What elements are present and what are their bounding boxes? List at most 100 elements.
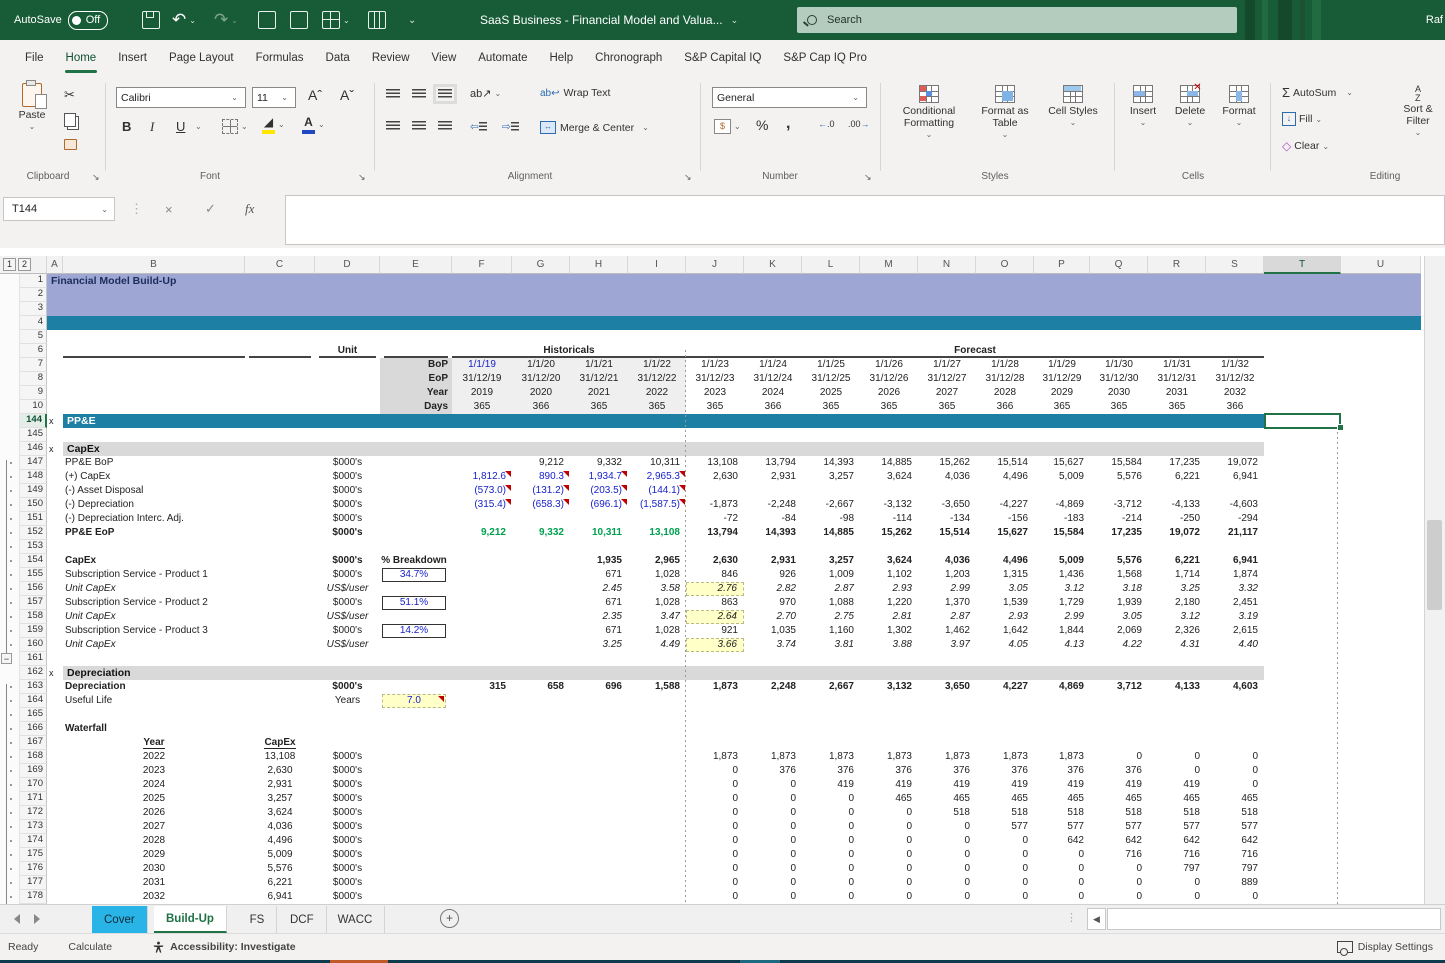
cell-Q147[interactable]: 15,584 xyxy=(1090,456,1148,470)
cell-S170[interactable]: 0 xyxy=(1206,778,1264,792)
cell-P9[interactable]: 2029 xyxy=(1034,386,1090,400)
cell-O178[interactable]: 0 xyxy=(976,890,1034,904)
cell-S156[interactable]: 3.32 xyxy=(1206,582,1264,596)
row-header-157[interactable]: 157 xyxy=(20,596,47,610)
cell-R150[interactable]: -4,133 xyxy=(1148,498,1206,512)
hscroll-left-arrow[interactable]: ◀ xyxy=(1087,908,1106,930)
cell-B171[interactable]: 2025 xyxy=(63,792,245,806)
cell-D159[interactable]: $000's xyxy=(315,624,380,638)
cell-K168[interactable]: 1,873 xyxy=(744,750,802,764)
cell-N10[interactable]: 365 xyxy=(918,400,976,414)
cell-K158[interactable]: 2.70 xyxy=(744,610,802,624)
cell-R148[interactable]: 6,221 xyxy=(1148,470,1206,484)
column-header-S[interactable]: S xyxy=(1206,256,1264,274)
column-header-G[interactable]: G xyxy=(512,256,570,274)
cell-P159[interactable]: 1,844 xyxy=(1034,624,1090,638)
cell-D175[interactable]: $000's xyxy=(315,848,380,862)
cell-M158[interactable]: 2.81 xyxy=(860,610,918,624)
cell-P152[interactable]: 15,584 xyxy=(1034,526,1090,540)
cell-O10[interactable]: 366 xyxy=(976,400,1034,414)
cell-L152[interactable]: 14,885 xyxy=(802,526,860,540)
italic-button[interactable]: I xyxy=(150,119,154,135)
row-header-145[interactable]: 145 xyxy=(20,428,47,442)
row-header-6[interactable]: 6 xyxy=(20,344,47,358)
cell-styles-button[interactable]: Cell Styles⌄ xyxy=(1042,85,1104,129)
cell-G152[interactable]: 9,332 xyxy=(512,526,570,540)
cell-G147[interactable]: 9,212 xyxy=(512,456,570,470)
cell-P157[interactable]: 1,729 xyxy=(1034,596,1090,610)
cell-M154[interactable]: 3,624 xyxy=(860,554,918,568)
cell-K150[interactable]: -2,248 xyxy=(744,498,802,512)
cell-K9[interactable]: 2024 xyxy=(744,386,802,400)
cell-N163[interactable]: 3,650 xyxy=(918,680,976,694)
cell-G163[interactable]: 658 xyxy=(512,680,570,694)
percent-style-button[interactable]: % xyxy=(756,117,768,133)
cell-C168[interactable]: 13,108 xyxy=(245,750,315,764)
row-header-3[interactable]: 3 xyxy=(20,302,47,316)
cell-N156[interactable]: 2.99 xyxy=(918,582,976,596)
cell-Q150[interactable]: -3,712 xyxy=(1090,498,1148,512)
cell-P178[interactable]: 0 xyxy=(1034,890,1090,904)
vertical-scrollbar-thumb[interactable] xyxy=(1427,520,1442,610)
cell-G7[interactable]: 1/1/20 xyxy=(512,358,570,372)
cell-J156[interactable]: 2.76 xyxy=(686,582,744,596)
copy-button[interactable] xyxy=(64,113,76,127)
cell-J173[interactable]: 0 xyxy=(686,820,744,834)
cell-B173[interactable]: 2027 xyxy=(63,820,245,834)
cell-K177[interactable]: 0 xyxy=(744,876,802,890)
increase-decimal-button[interactable]: ←.0 xyxy=(818,119,835,129)
cell-P156[interactable]: 3.12 xyxy=(1034,582,1090,596)
sort-filter-button[interactable]: AZ Sort & Filter⌄ xyxy=(1392,85,1444,139)
cell-R152[interactable]: 19,072 xyxy=(1148,526,1206,540)
row-header-1[interactable]: 1 xyxy=(20,274,47,288)
cell-N154[interactable]: 4,036 xyxy=(918,554,976,568)
sheet-tab-fs[interactable]: FS xyxy=(238,906,278,933)
cell-S158[interactable]: 3.19 xyxy=(1206,610,1264,624)
cell-I152[interactable]: 13,108 xyxy=(628,526,686,540)
column-header-N[interactable]: N xyxy=(918,256,976,274)
cell-I150[interactable]: (1,587.5) xyxy=(628,498,686,512)
cell-Q157[interactable]: 1,939 xyxy=(1090,596,1148,610)
cell-Q7[interactable]: 1/1/30 xyxy=(1090,358,1148,372)
cell-J177[interactable]: 0 xyxy=(686,876,744,890)
cell-N171[interactable]: 465 xyxy=(918,792,976,806)
row-header-150[interactable]: 150 xyxy=(20,498,47,512)
cell-L163[interactable]: 2,667 xyxy=(802,680,860,694)
cell-I148[interactable]: 2,965.3 xyxy=(628,470,686,484)
cell-N172[interactable]: 518 xyxy=(918,806,976,820)
row-header-154[interactable]: 154 xyxy=(20,554,47,568)
cell-M168[interactable]: 1,873 xyxy=(860,750,918,764)
fill-button[interactable]: ↓Fill⌄ xyxy=(1282,112,1325,126)
cell-L154[interactable]: 3,257 xyxy=(802,554,860,568)
user-name[interactable]: Raf xyxy=(1426,0,1443,40)
cell-H155[interactable]: 671 xyxy=(570,568,628,582)
cell-S168[interactable]: 0 xyxy=(1206,750,1264,764)
cell-M157[interactable]: 1,220 xyxy=(860,596,918,610)
cell-B174[interactable]: 2028 xyxy=(63,834,245,848)
cell-P7[interactable]: 1/1/29 xyxy=(1034,358,1090,372)
cell-R147[interactable]: 17,235 xyxy=(1148,456,1206,470)
cell-D155[interactable]: $000's xyxy=(315,568,380,582)
cell-N160[interactable]: 3.97 xyxy=(918,638,976,652)
row-header-151[interactable]: 151 xyxy=(20,512,47,526)
font-size-select[interactable]: 11⌄ xyxy=(252,87,296,108)
cell-J155[interactable]: 846 xyxy=(686,568,744,582)
row-header-167[interactable]: 167 xyxy=(20,736,47,750)
row-header-2[interactable]: 2 xyxy=(20,288,47,302)
cell-B170[interactable]: 2024 xyxy=(63,778,245,792)
outline-level-1[interactable]: 1 xyxy=(3,258,16,271)
cell-F8[interactable]: 31/12/19 xyxy=(452,372,512,386)
cell-D171[interactable]: $000's xyxy=(315,792,380,806)
orientation-button[interactable]: ab↗⌄ xyxy=(470,87,504,100)
align-bottom-button[interactable] xyxy=(438,89,452,99)
cell-N7[interactable]: 1/1/27 xyxy=(918,358,976,372)
column-header-R[interactable]: R xyxy=(1148,256,1206,274)
cell-O8[interactable]: 31/12/28 xyxy=(976,372,1034,386)
cell-G148[interactable]: 890.3 xyxy=(512,470,570,484)
cell-L8[interactable]: 31/12/25 xyxy=(802,372,860,386)
cell-J9[interactable]: 2023 xyxy=(686,386,744,400)
cell-D176[interactable]: $000's xyxy=(315,862,380,876)
cell-K160[interactable]: 3.74 xyxy=(744,638,802,652)
cell-H163[interactable]: 696 xyxy=(570,680,628,694)
cell-M160[interactable]: 3.88 xyxy=(860,638,918,652)
